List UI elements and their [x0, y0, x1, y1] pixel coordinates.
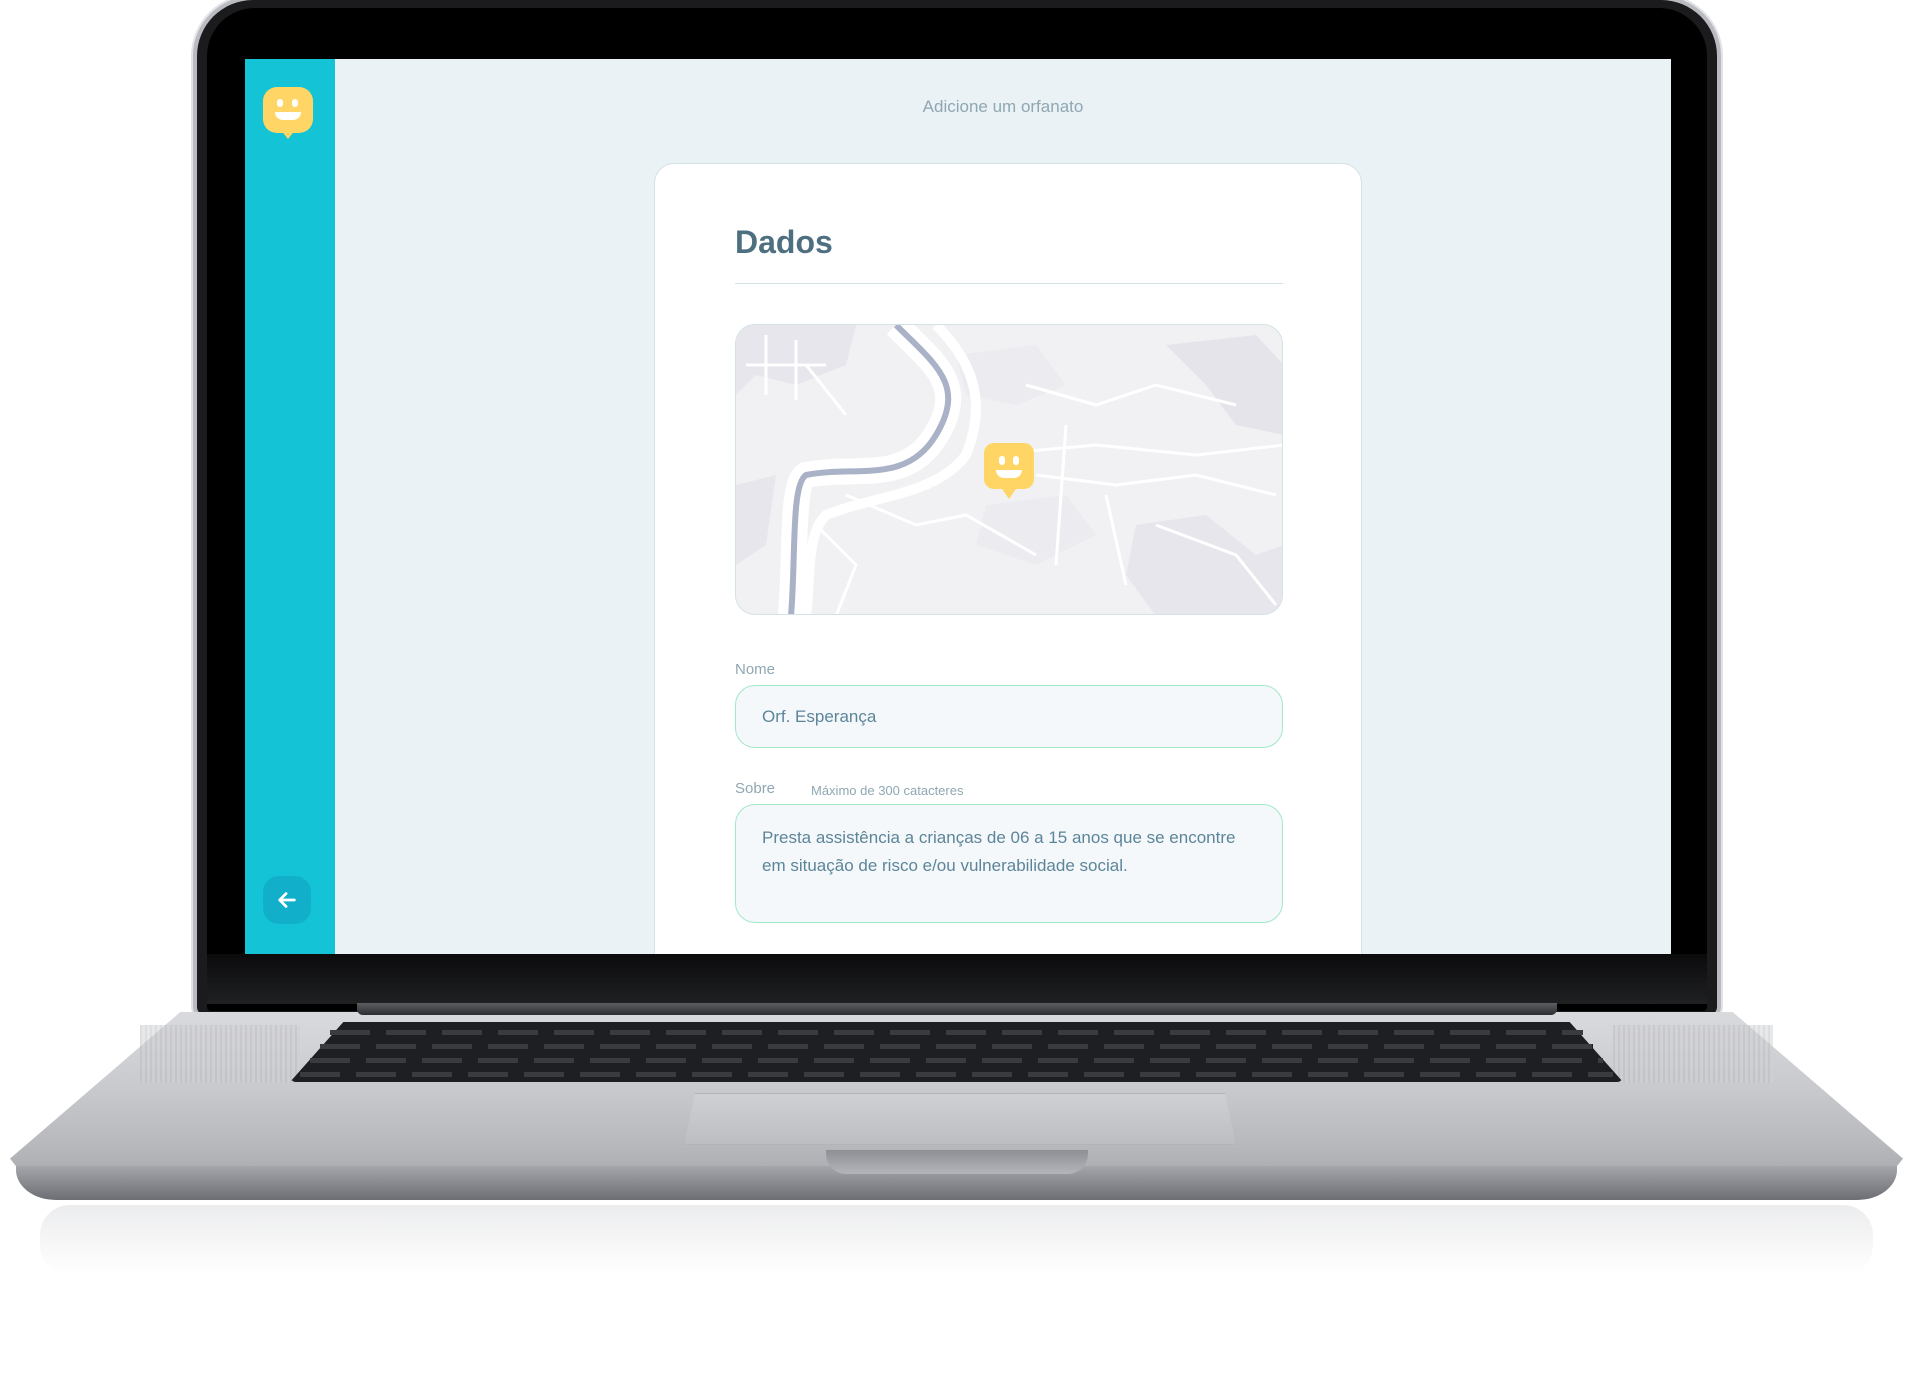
app-screen: Adicione um orfanato Dados Nome Orf. Esp…	[245, 59, 1671, 954]
logo-eye-right	[292, 99, 298, 107]
keyboard-row	[330, 1030, 1583, 1035]
back-button[interactable]	[263, 876, 311, 924]
name-label: Nome	[735, 661, 776, 678]
page-title: Adicione um orfanato	[922, 97, 1084, 116]
about-textarea[interactable]: Presta assistência a crianças de 06 a 15…	[735, 804, 1283, 923]
keyboard-row	[310, 1058, 1603, 1063]
laptop-reflection	[40, 1205, 1873, 1275]
keyboard-row	[320, 1044, 1593, 1049]
create-orphanage-form: Dados Nome Orf. Esperança Sobre Máximo d…	[654, 163, 1362, 954]
page-header: Adicione um orfanato	[335, 59, 1671, 155]
laptop-hinge	[357, 1003, 1557, 1015]
arrow-left-icon	[278, 892, 296, 908]
laptop-mockup: Adicione um orfanato Dados Nome Orf. Esp…	[0, 0, 1913, 1383]
location-map[interactable]	[735, 324, 1283, 615]
laptop-speaker-right	[1613, 1025, 1773, 1083]
laptop-bezel-bottom	[207, 954, 1707, 1004]
about-label: Sobre	[735, 780, 776, 797]
happy-face-marker-icon[interactable]	[984, 443, 1034, 501]
happy-face-marker-icon[interactable]	[263, 87, 313, 139]
sidebar	[245, 59, 335, 954]
section-title: Dados	[735, 224, 833, 260]
logo-mouth	[275, 112, 301, 120]
laptop-speaker-left	[140, 1025, 300, 1083]
about-hint: Máximo de 300 catacteres	[811, 783, 964, 798]
laptop-trackpad	[684, 1093, 1236, 1145]
name-input[interactable]: Orf. Esperança	[735, 685, 1283, 748]
keyboard-row	[300, 1072, 1613, 1077]
laptop-notch	[826, 1150, 1088, 1174]
section-divider	[735, 283, 1283, 284]
logo-eye-left	[277, 99, 283, 107]
